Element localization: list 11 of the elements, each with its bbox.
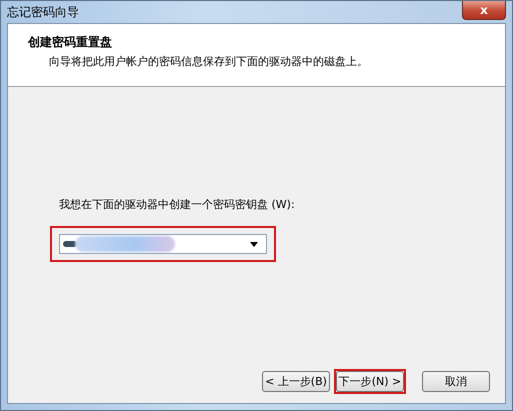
drive-label: 我想在下面的驱动器中创建一个密码密钥盘 (W): xyxy=(59,197,296,212)
close-button[interactable]: x xyxy=(462,1,506,20)
page-heading: 创建密码重置盘 xyxy=(28,34,113,51)
drive-dropdown[interactable] xyxy=(59,234,267,254)
drive-icon xyxy=(63,240,77,248)
window-title: 忘记密码向导 xyxy=(7,4,79,20)
caret-icon xyxy=(250,242,258,246)
wizard-button[interactable]: 下一步(N) > xyxy=(336,370,404,392)
wizard-button[interactable]: < 上一步(B) xyxy=(262,370,330,392)
page-description: 向导将把此用户帐户的密码信息保存到下面的驱动器中的磁盘上。 xyxy=(48,54,369,69)
wizard-button[interactable]: 取消 xyxy=(422,370,490,392)
